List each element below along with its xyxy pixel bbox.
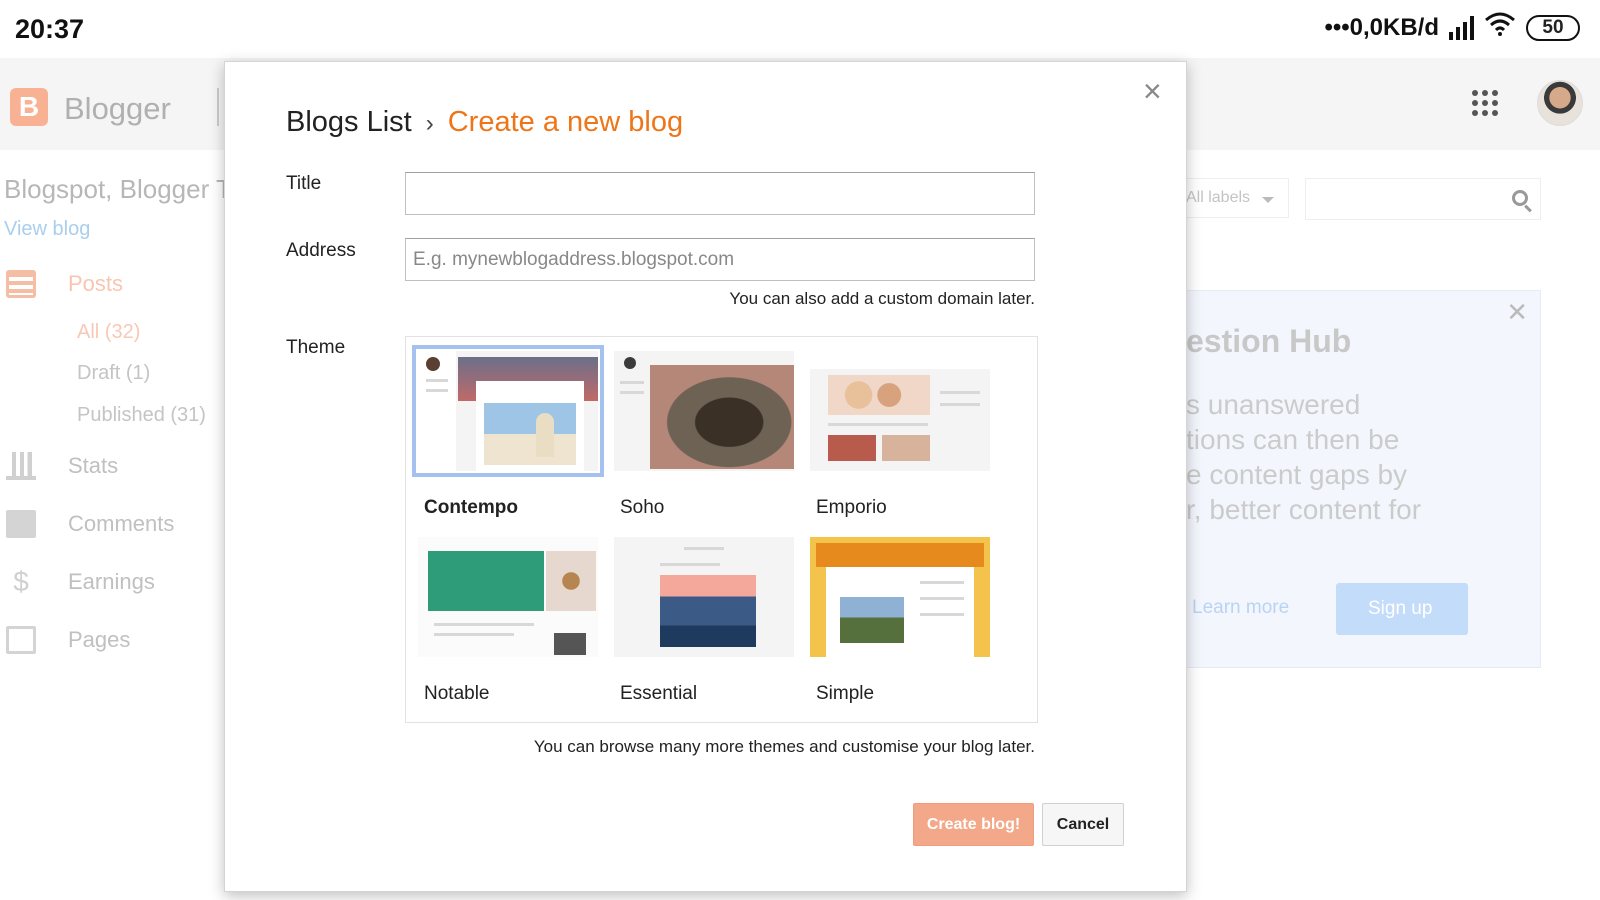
wifi-icon (1484, 12, 1516, 43)
search-icon[interactable] (1512, 190, 1528, 206)
theme-simple[interactable]: Simple (810, 537, 1002, 705)
theme-name: Soho (620, 497, 665, 518)
sidebar-subitem-draft[interactable]: Draft (1) (77, 362, 150, 385)
promo-line: tions can then be (1186, 424, 1400, 455)
theme-name: Simple (816, 683, 875, 704)
close-icon[interactable]: × (1143, 75, 1162, 107)
blogger-logo-icon: B (10, 88, 48, 126)
header-divider (217, 88, 219, 126)
promo-line: e content gaps by (1186, 459, 1408, 490)
comments-icon (6, 510, 36, 538)
sidebar-item-comments[interactable]: Comments (6, 510, 174, 538)
sidebar-subitem-all[interactable]: All (32) (77, 321, 140, 344)
title-input[interactable] (405, 172, 1035, 215)
app-name: Blogger (64, 91, 171, 126)
signal-icon (1449, 15, 1474, 40)
theme-thumbnail (418, 537, 598, 657)
pages-icon (6, 626, 36, 654)
theme-picker: Contempo Soho Emporio Notable Essential … (405, 336, 1038, 723)
sidebar-subitem-published[interactable]: Published (31) (77, 404, 206, 427)
chevron-down-icon (1262, 197, 1274, 203)
cancel-button[interactable]: Cancel (1042, 803, 1124, 846)
sidebar-item-label: Stats (68, 453, 119, 478)
sidebar-item-stats[interactable]: Stats (6, 452, 118, 480)
theme-soho[interactable]: Soho (614, 351, 806, 519)
stats-icon (6, 452, 36, 480)
address-label: Address (286, 240, 356, 261)
theme-thumbnail (614, 537, 794, 657)
sidebar-item-label: Posts (68, 271, 124, 296)
theme-contempo[interactable]: Contempo (412, 345, 610, 519)
dollar-icon: $ (13, 566, 29, 597)
browse-themes-hint: You can browse many more themes and cust… (533, 737, 1035, 756)
address-hint: You can also add a custom domain later. (729, 289, 1035, 308)
sidebar-item-label: Pages (68, 627, 131, 652)
posts-search-box[interactable] (1305, 178, 1541, 220)
sidebar-item-pages[interactable]: Pages (6, 626, 130, 654)
network-speed: •••0,0KB/d (1324, 13, 1439, 41)
promo-text: s unanswered tions can then be e content… (1186, 387, 1456, 527)
theme-thumbnail (810, 537, 990, 657)
theme-thumbnail (614, 351, 794, 471)
breadcrumb-separator: › (425, 110, 434, 137)
learn-more-link[interactable]: Learn more (1192, 597, 1289, 619)
apps-grid-icon[interactable] (1472, 90, 1498, 116)
blog-title: Blogspot, Blogger T (4, 174, 232, 204)
status-time: 20:37 (15, 14, 85, 44)
theme-thumbnail (412, 345, 604, 477)
sidebar-item-posts[interactable]: Posts (6, 270, 123, 298)
theme-name: Contempo (424, 497, 518, 518)
theme-label: Theme (286, 337, 346, 358)
question-hub-promo: estion Hub ✕ s unanswered tions can then… (1185, 290, 1541, 668)
labels-dropdown[interactable]: All labels (1185, 178, 1289, 218)
theme-emporio[interactable]: Emporio (810, 351, 1002, 519)
sign-up-button[interactable]: Sign up (1336, 583, 1468, 635)
create-blog-button[interactable]: Create blog! (913, 803, 1034, 846)
address-input[interactable] (405, 238, 1035, 281)
theme-name: Emporio (816, 497, 887, 518)
breadcrumb-blogs-list[interactable]: Blogs List (286, 106, 412, 138)
battery-indicator: 50 (1526, 14, 1580, 41)
theme-essential[interactable]: Essential (614, 537, 806, 705)
sidebar-item-label: Comments (68, 511, 175, 536)
sidebar-item-label: Earnings (68, 569, 155, 594)
title-label: Title (286, 173, 322, 194)
page-title: Create a new blog (447, 106, 684, 138)
theme-name: Notable (424, 683, 490, 704)
status-indicators: •••0,0KB/d 50 (1324, 12, 1580, 43)
avatar[interactable] (1537, 80, 1583, 126)
theme-name: Essential (620, 683, 698, 704)
promo-line: r, better content for (1186, 494, 1422, 525)
sidebar-item-earnings[interactable]: $ Earnings (6, 568, 155, 596)
labels-dropdown-value: All labels (1186, 189, 1251, 206)
breadcrumb: Blogs List › Create a new blog (286, 106, 683, 139)
posts-icon (6, 270, 36, 298)
status-bar: 20:37 •••0,0KB/d 50 (0, 0, 1600, 58)
promo-line: s unanswered (1186, 389, 1361, 420)
close-icon[interactable]: ✕ (1506, 297, 1528, 328)
view-blog-link[interactable]: View blog (4, 218, 90, 241)
theme-thumbnail (810, 351, 990, 471)
theme-notable[interactable]: Notable (418, 537, 610, 705)
promo-title: estion Hub (1186, 323, 1352, 359)
